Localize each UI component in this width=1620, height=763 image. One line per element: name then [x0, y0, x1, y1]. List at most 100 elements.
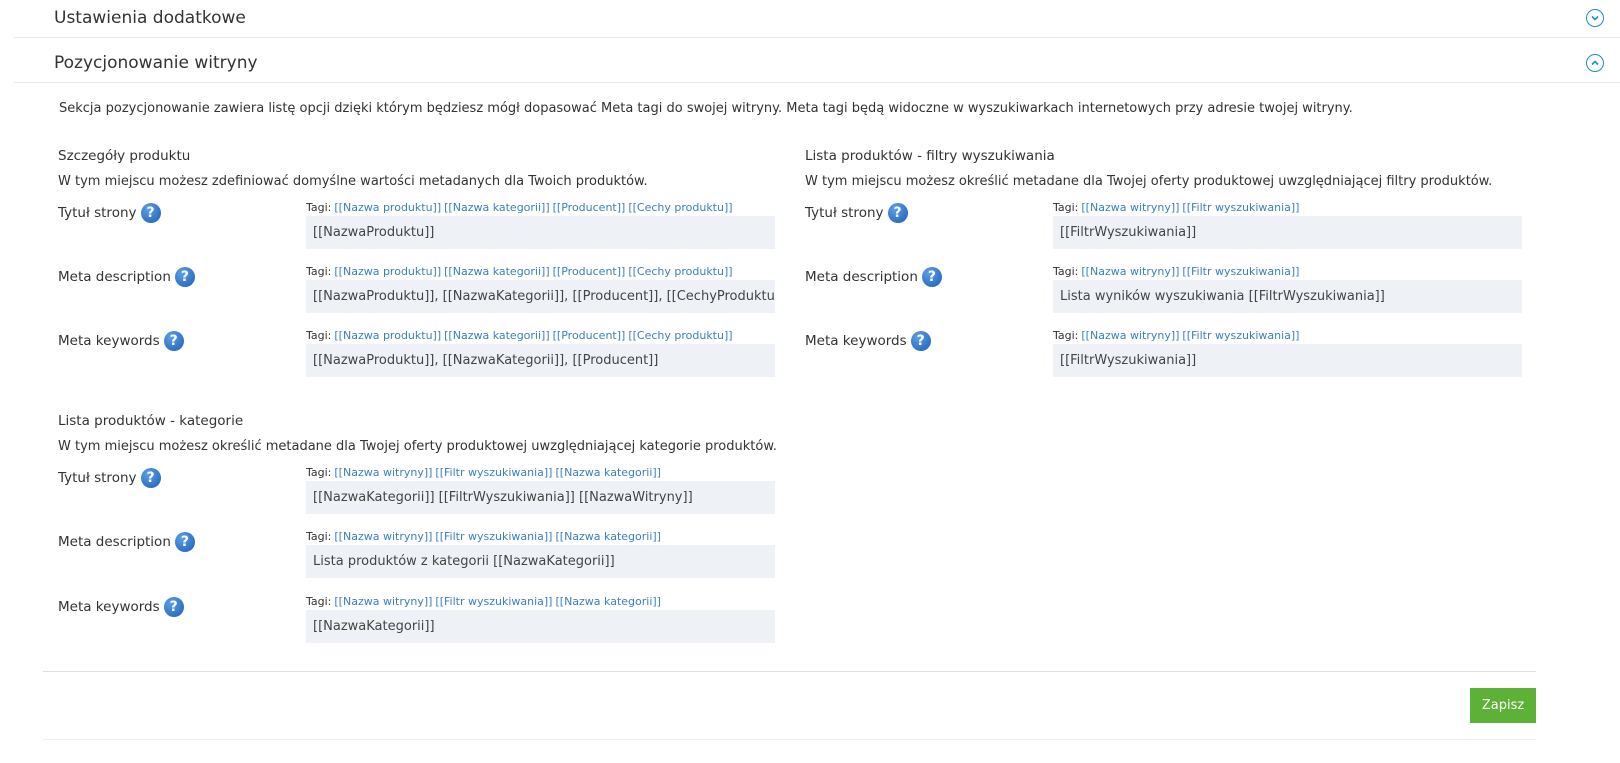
tag-link[interactable]: [[Filtr wyszukiwania]] — [1182, 265, 1299, 278]
help-icon[interactable]: ? — [921, 267, 942, 287]
field-label-wrapper: Tytuł strony ? — [805, 203, 908, 223]
tag-link[interactable]: [[Producent]] — [553, 329, 626, 342]
page-title-input[interactable]: [[FiltrWyszukiwania]] — [1053, 216, 1522, 249]
tag-link[interactable]: [[Nazwa produktu]] — [334, 265, 441, 278]
tag-link[interactable]: [[Filtr wyszukiwania]] — [1182, 201, 1299, 214]
help-icon[interactable]: ? — [174, 532, 195, 552]
tag-link[interactable]: [[Nazwa kategorii]] — [555, 595, 661, 608]
tag-link[interactable]: [[Filtr wyszukiwania]] — [1182, 329, 1299, 342]
row-meta-keywords: Meta keywords ? Tagi: [[Nazwa witryny]][[… — [805, 329, 1525, 379]
tag-link[interactable]: [[Nazwa witryny]] — [334, 466, 432, 479]
tag-link[interactable]: [[Nazwa produktu]] — [334, 329, 441, 342]
field-label-wrapper: Meta description ? — [805, 267, 942, 287]
field-label-wrapper: Meta description ? — [58, 532, 195, 552]
meta-description-input[interactable]: Lista wyników wyszukiwania [[FiltrWyszuk… — [1053, 280, 1522, 313]
help-icon[interactable]: ? — [910, 331, 931, 351]
tags-prefix: Tagi: — [306, 201, 332, 214]
section-title: Lista produktów - kategorie — [58, 413, 244, 429]
tag-link[interactable]: [[Nazwa witryny]] — [1081, 265, 1179, 278]
field-label-wrapper: Tytuł strony ? — [58, 203, 161, 223]
meta-keywords-input[interactable]: [[FiltrWyszukiwania]] — [1053, 344, 1522, 377]
tags-prefix: Tagi: — [306, 466, 332, 479]
field-label: Meta description — [58, 269, 171, 285]
section-description: W tym miejscu możesz określić metadane d… — [58, 439, 777, 454]
tags-prefix: Tagi: — [306, 530, 332, 543]
field-label: Tytuł strony — [58, 470, 137, 486]
field-label: Meta description — [805, 269, 918, 285]
tag-link[interactable]: [[Producent]] — [553, 265, 626, 278]
tags-list: Tagi: [[Nazwa produktu]] [[Nazwa kategorii… — [306, 201, 733, 214]
meta-description-input[interactable]: [[NazwaProduktu]], [[NazwaKategorii]], [… — [306, 280, 775, 313]
tag-link[interactable]: [[Nazwa kategorii]] — [444, 329, 550, 342]
tag-link[interactable]: [[Nazwa kategorii]] — [555, 466, 661, 479]
meta-keywords-input[interactable]: [[NazwaProduktu]], [[NazwaKategorii]], [… — [306, 344, 775, 377]
field-label: Meta keywords — [58, 599, 160, 615]
tag-link[interactable]: [[Nazwa kategorii]] — [444, 201, 550, 214]
tag-link[interactable]: [[Cechy produktu]] — [628, 201, 732, 214]
row-page-title: Tytuł strony ? Tagi: [[Nazwa produktu]][[… — [58, 201, 778, 251]
tag-link[interactable]: [[Nazwa witryny]] — [334, 595, 432, 608]
tags-prefix: Tagi: — [1053, 329, 1079, 342]
tag-link[interactable]: [[Producent]] — [553, 201, 626, 214]
chevron-down-icon[interactable] — [1586, 9, 1604, 27]
tags-list: Tagi: [[Nazwa witryny]] [[Filtr wyszukiwan… — [306, 595, 661, 608]
divider — [43, 671, 1536, 672]
tag-link[interactable]: [[Nazwa kategorii]] — [555, 530, 661, 543]
tag-link[interactable]: [[Cechy produktu]] — [628, 329, 732, 342]
help-icon[interactable]: ? — [163, 597, 184, 617]
tags-prefix: Tagi: — [306, 265, 332, 278]
field-label: Meta description — [58, 534, 171, 550]
row-meta-description: Meta description ? Tagi: [[Nazwa witryny]… — [58, 530, 778, 580]
accordion-header-seo[interactable]: Pozycjonowanie witryny — [14, 38, 1620, 83]
accordion-title: Pozycjonowanie witryny — [54, 53, 258, 73]
field-label-wrapper: Tytuł strony ? — [58, 468, 161, 488]
field-label: Meta keywords — [805, 333, 907, 349]
help-icon[interactable]: ? — [140, 468, 161, 488]
tag-link[interactable]: [[Filtr wyszukiwania]] — [435, 466, 552, 479]
tags-prefix: Tagi: — [1053, 265, 1079, 278]
row-page-title: Tytuł strony ? Tagi: [[Nazwa witryny]] [[F… — [58, 466, 778, 516]
help-icon[interactable]: ? — [887, 203, 908, 223]
tags-list: Tagi: [[Nazwa witryny]] [[Filtr wyszukiwan… — [1053, 201, 1299, 214]
section-description: W tym miejscu możesz określić metadane d… — [805, 174, 1493, 189]
field-label-wrapper: Meta description ? — [58, 267, 195, 287]
help-icon[interactable]: ? — [140, 203, 161, 223]
row-meta-description: Meta description ? Tagi: [[Nazwa witryny]… — [805, 265, 1525, 315]
tags-list: Tagi: [[Nazwa witryny]] [[Filtr wyszukiwan… — [306, 530, 661, 543]
tag-link[interactable]: [[Nazwa kategorii]] — [444, 265, 550, 278]
page-title-input[interactable]: [[NazwaProduktu]] — [306, 216, 775, 249]
save-button[interactable]: Zapisz — [1470, 688, 1536, 723]
help-icon[interactable]: ? — [163, 331, 184, 351]
tags-list: Tagi: [[Nazwa witryny]] [[Filtr wyszukiwan… — [306, 466, 661, 479]
tag-link[interactable]: [[Filtr wyszukiwania]] — [435, 530, 552, 543]
help-icon[interactable]: ? — [174, 267, 195, 287]
tag-link[interactable]: [[Nazwa witryny]] — [1081, 329, 1179, 342]
row-meta-description: Meta description ? Tagi: [[Nazwa produktu… — [58, 265, 778, 315]
meta-keywords-input[interactable]: [[NazwaKategorii]] — [306, 610, 775, 643]
tag-link[interactable]: [[Filtr wyszukiwania]] — [435, 595, 552, 608]
seo-intro-text: Sekcja pozycjonowanie zawiera listę opcj… — [59, 101, 1353, 116]
tags-prefix: Tagi: — [306, 329, 332, 342]
accordion-header-additional-settings[interactable]: Ustawienia dodatkowe — [14, 0, 1620, 38]
field-label-wrapper: Meta keywords ? — [805, 331, 931, 351]
field-label: Tytuł strony — [805, 205, 884, 221]
field-label-wrapper: Meta keywords ? — [58, 331, 184, 351]
chevron-up-icon[interactable] — [1586, 54, 1604, 72]
accordion-title: Ustawienia dodatkowe — [54, 8, 246, 28]
tags-prefix: Tagi: — [1053, 201, 1079, 214]
section-description: W tym miejscu możesz zdefiniować domyśln… — [58, 174, 648, 189]
tags-list: Tagi: [[Nazwa produktu]] [[Nazwa kategorii… — [306, 265, 733, 278]
meta-description-input[interactable]: Lista produktów z kategorii [[NazwaKateg… — [306, 545, 775, 578]
row-page-title: Tytuł strony ? Tagi: [[Nazwa witryny]] [[F… — [805, 201, 1525, 251]
section-product-details: Szczegóły produktu W tym miejscu możesz … — [58, 148, 778, 380]
tag-link[interactable]: [[Nazwa produktu]] — [334, 201, 441, 214]
tag-link[interactable]: [[Cechy produktu]] — [628, 265, 732, 278]
tag-link[interactable]: [[Nazwa witryny]] — [1081, 201, 1179, 214]
row-meta-keywords: Meta keywords ? Tagi: [[Nazwa witryny]][[… — [58, 595, 778, 645]
field-label: Meta keywords — [58, 333, 160, 349]
page-title-input[interactable]: [[NazwaKategorii]] [[FiltrWyszukiwania]]… — [306, 481, 775, 514]
section-title: Lista produktów - filtry wyszukiwania — [805, 148, 1055, 164]
section-search-filters: Lista produktów - filtry wyszukiwania W … — [805, 148, 1525, 380]
tag-link[interactable]: [[Nazwa witryny]] — [334, 530, 432, 543]
section-categories: Lista produktów - kategorie W tym miejsc… — [58, 413, 778, 645]
